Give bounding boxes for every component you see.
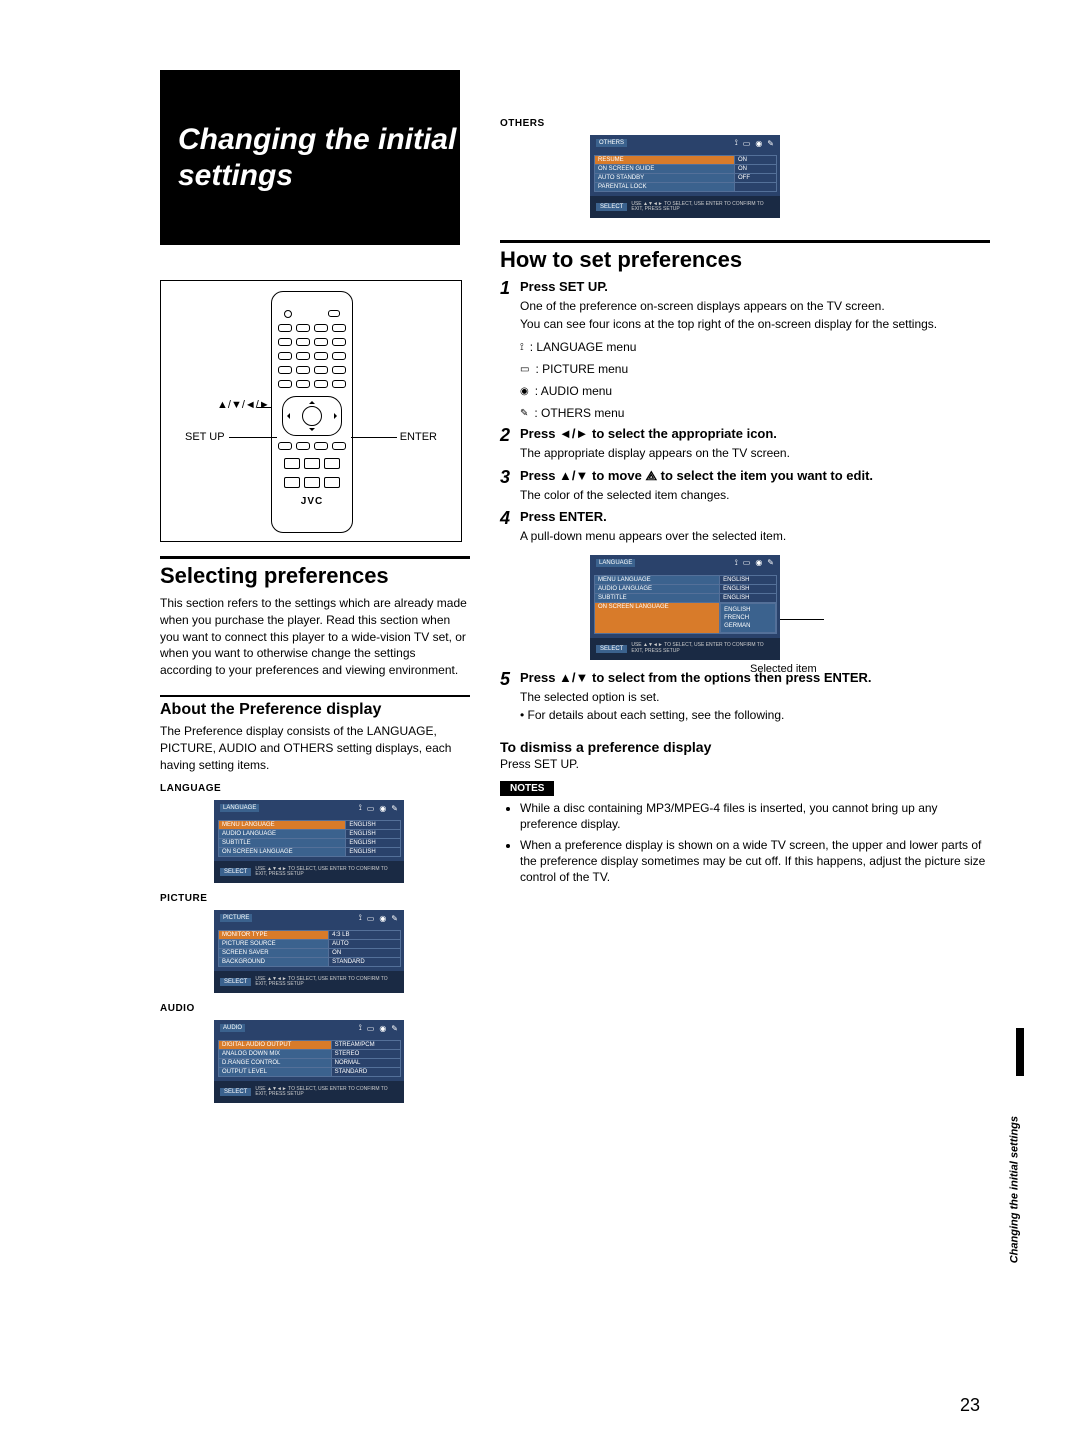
audio-icon: ◉ [520,386,529,397]
remote-diagram: JVC ▲/▼/◄/► SET UP ENTER [160,280,462,542]
step2-desc: The appropriate display appears on the T… [520,446,990,462]
step4-title: Press ENTER. [520,509,607,527]
remote-brand: JVC [301,496,323,507]
side-section-label: Changing the initial settings [1008,1116,1020,1263]
picture-osd: PICTURE⟟▭◉✎ MONITOR TYPE4:3 LB PICTURE S… [214,910,404,993]
others-icon: ✎ [520,408,528,419]
dismiss-heading: To dismiss a preference display [500,739,990,755]
dropdown-osd: LANGUAGE⟟▭◉✎ MENU LANGUAGEENGLISH AUDIO … [590,555,780,660]
audio-osd-heading: AUDIO [160,1003,470,1014]
remote-setup-label: SET UP [185,431,225,443]
notes-heading: NOTES [500,781,554,796]
language-icon: ⟟ [520,342,524,353]
menu-picture-label: : PICTURE menu [535,362,628,376]
language-osd-heading: LANGUAGE [160,783,470,794]
remote-enter-label: ENTER [400,431,437,443]
cursor-icon: ⟁ [645,468,657,483]
menu-others-label: : OTHERS menu [534,406,624,420]
side-tab [1016,1028,1024,1076]
step1-desc2: You can see four icons at the top right … [520,317,990,333]
step1-title: Press SET UP. [520,279,608,297]
step2-title: Press ◄/► to select the appropriate icon… [520,426,777,444]
step1-desc1: One of the preference on-screen displays… [520,299,990,315]
page-title: Changing the initial settings [178,122,460,194]
note-item: When a preference display is shown on a … [520,837,990,886]
page-number: 23 [960,1395,980,1416]
menu-language-label: : LANGUAGE menu [530,340,637,354]
step3-title: Press ▲/▼ to move ⟁ to select the item y… [520,468,873,486]
picture-osd-heading: PICTURE [160,893,470,904]
remote-arrows-label: ▲/▼/◄/► [217,399,270,411]
how-to-set-heading: How to set preferences [500,240,990,273]
notes-list: While a disc containing MP3/MPEG-4 files… [500,800,990,885]
audio-osd: AUDIO⟟▭◉✎ DIGITAL AUDIO OUTPUTSTREAM/PCM… [214,1020,404,1103]
about-preference-heading: About the Preference display [160,695,470,719]
note-item: While a disc containing MP3/MPEG-4 files… [520,800,990,832]
step5-desc2: • For details about each setting, see th… [520,708,990,724]
step4-desc: A pull-down menu appears over the select… [520,529,990,545]
step3-desc: The color of the selected item changes. [520,488,990,504]
selected-item-callout: Selected item [750,663,817,675]
selecting-preferences-text: This section refers to the settings whic… [160,595,470,679]
dismiss-text: Press SET UP. [500,757,990,771]
page-title-box: Changing the initial settings [160,70,460,245]
step5-title: Press ▲/▼ to select from the options the… [520,670,872,688]
picture-icon: ▭ [520,364,529,375]
step5-desc1: The selected option is set. [520,690,990,706]
others-osd: OTHERS⟟▭◉✎ RESUMEON ON SCREEN GUIDEON AU… [590,135,780,218]
about-preference-text: The Preference display consists of the L… [160,723,470,773]
selecting-preferences-heading: Selecting preferences [160,556,470,589]
others-osd-heading: OTHERS [500,118,990,129]
language-osd: LANGUAGE⟟▭◉✎ MENU LANGUAGEENGLISH AUDIO … [214,800,404,883]
menu-audio-label: : AUDIO menu [535,384,612,398]
